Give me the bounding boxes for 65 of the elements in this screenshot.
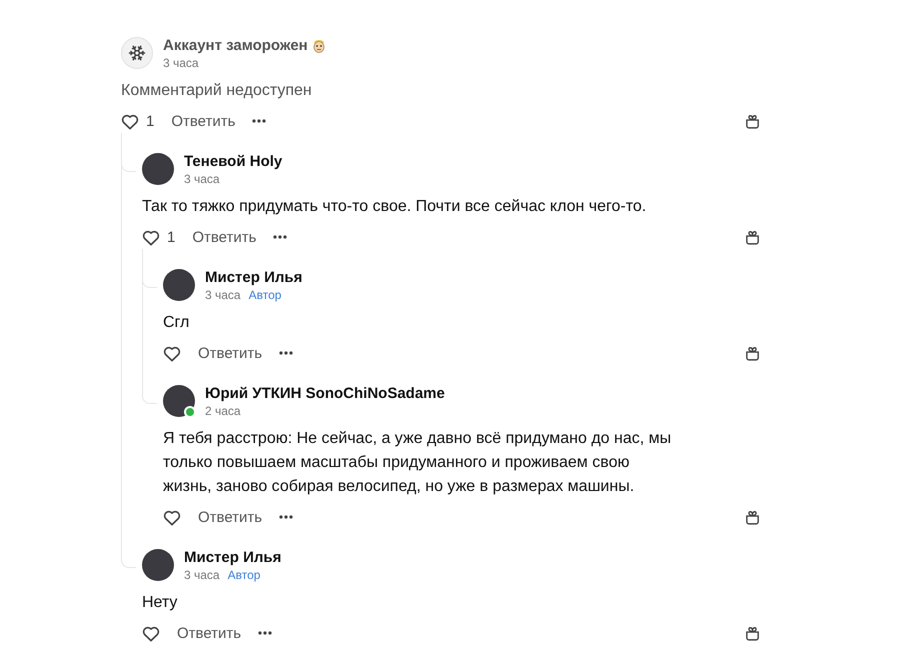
author-label: Автор <box>228 568 260 582</box>
comment-time: 3 часа <box>205 288 241 302</box>
online-dot <box>184 406 196 418</box>
heart-icon <box>163 508 181 526</box>
more-icon <box>258 631 272 635</box>
gift-button[interactable] <box>744 228 761 246</box>
thread-connector <box>142 249 157 288</box>
heart-icon <box>142 624 160 642</box>
thread-connector <box>121 529 136 568</box>
thread-connector <box>142 365 157 404</box>
more-icon <box>273 235 288 239</box>
author-name[interactable]: Мистер Илья <box>184 548 282 566</box>
reply-button[interactable]: Ответить <box>192 228 256 246</box>
author-name[interactable]: Теневой Holy <box>184 152 282 170</box>
more-button[interactable] <box>258 631 272 635</box>
avatar[interactable] <box>142 549 174 581</box>
like-count: 1 <box>167 228 176 246</box>
more-button[interactable] <box>279 515 294 519</box>
author-label: Автор <box>248 288 282 302</box>
heart-icon <box>121 112 139 130</box>
more-button[interactable] <box>279 351 294 355</box>
comment-time: 3 часа <box>163 56 199 70</box>
gift-button[interactable] <box>744 344 761 362</box>
more-button[interactable] <box>252 119 266 123</box>
comment-text: Комментарий недоступен <box>121 81 313 101</box>
comment-text: Нету <box>142 593 178 613</box>
like-button[interactable]: 1 <box>142 228 176 246</box>
reply-button[interactable]: Ответить <box>177 624 242 642</box>
like-button[interactable] <box>142 624 160 642</box>
gift-icon <box>744 344 761 362</box>
more-icon <box>279 351 294 355</box>
snowflake-icon <box>128 44 146 62</box>
comment-text: Я тебя расстрою: Не сейчас, а уже давно всё придумано до нас, мы только повышаем масштабы придуманного и проживаем свою жизнь, заново собирая велосипед, но уже в размерах машины. <box>163 429 672 497</box>
thread-connector <box>121 133 136 172</box>
gift-icon <box>744 508 761 526</box>
author-name[interactable]: Мистер Илья <box>205 268 302 286</box>
author-name[interactable]: Аккаунт заморожен <box>163 36 308 54</box>
gift-button[interactable] <box>744 508 761 526</box>
gift-icon <box>744 624 761 642</box>
gift-button[interactable] <box>744 112 761 130</box>
reply-button[interactable]: Ответить <box>198 344 262 362</box>
like-button[interactable]: 1 <box>121 112 154 130</box>
like-button[interactable] <box>163 508 181 526</box>
avatar[interactable] <box>163 385 195 417</box>
more-icon <box>279 515 294 519</box>
comment-text: Сгл <box>163 313 190 333</box>
reply-button[interactable]: Ответить <box>198 508 262 526</box>
comment-text: Так то тяжко придумать что-то свое. Почти все сейчас клон чего-то. <box>142 197 648 217</box>
heart-icon <box>142 228 160 246</box>
reply-button[interactable]: Ответить <box>171 112 236 130</box>
like-button[interactable] <box>163 344 181 362</box>
gift-button[interactable] <box>744 624 761 642</box>
heart-icon <box>163 344 181 362</box>
comment-time: 2 часа <box>205 404 241 418</box>
author-name[interactable]: Юрий УТКИН SonoChiNoSadame <box>205 384 445 402</box>
like-count: 1 <box>146 112 154 130</box>
more-button[interactable] <box>273 235 288 239</box>
gift-icon <box>744 228 761 246</box>
more-icon <box>252 119 266 123</box>
gift-icon <box>744 112 761 130</box>
avatar[interactable] <box>163 269 195 301</box>
comment-time: 3 часа <box>184 568 220 582</box>
face-emoji-icon <box>312 38 326 52</box>
comment-time: 3 часа <box>184 172 220 186</box>
avatar[interactable] <box>142 153 174 185</box>
